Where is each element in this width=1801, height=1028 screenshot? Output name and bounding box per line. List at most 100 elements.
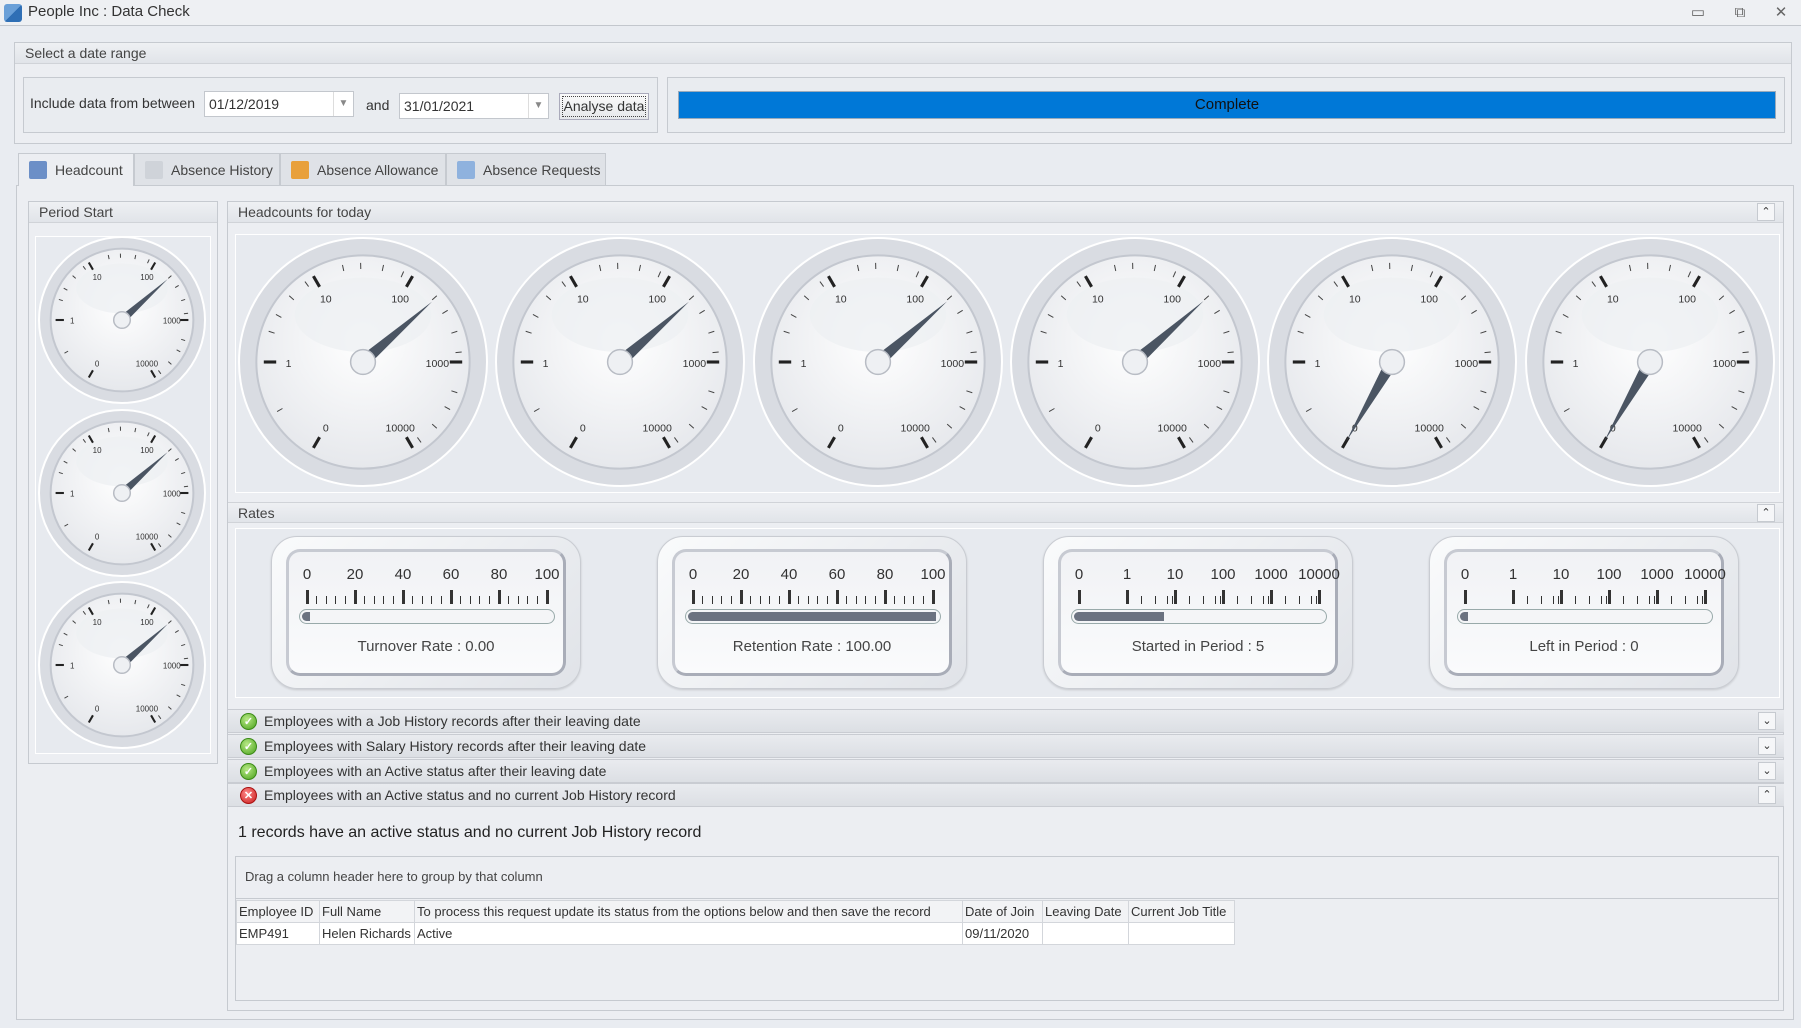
- rate-gauge-face: 0 1 10 100 1000 10000 Started in Period : 5: [1058, 549, 1340, 676]
- rate-gauge-face: 0 20 40 60 80 100 Retention Rate : 100.00: [672, 549, 952, 676]
- collapse-up-icon[interactable]: ⌃: [1757, 203, 1775, 221]
- from-date-input[interactable]: 01/12/2019 ▼: [204, 91, 354, 117]
- rate-minor-tick: [711, 596, 713, 604]
- restore-button[interactable]: ⧉: [1725, 2, 1755, 24]
- rates-title: Rates: [238, 505, 275, 521]
- rate-minor-tick: [508, 596, 510, 604]
- rate-scale-label: 100: [920, 566, 946, 583]
- date-range-group: Select a date range Include data from be…: [14, 42, 1792, 144]
- rate-major-tick: [835, 590, 839, 604]
- gauge-glare: [1066, 277, 1204, 353]
- minimize-button[interactable]: ▭: [1683, 2, 1713, 24]
- collapse-up-icon[interactable]: ⌃: [1757, 504, 1775, 522]
- table-cell[interactable]: Active: [414, 922, 963, 945]
- gauge-glare: [76, 608, 168, 659]
- expand-down-icon[interactable]: ⌄: [1758, 737, 1776, 755]
- rate-bar: [299, 609, 555, 624]
- rate-major-tick: [497, 590, 501, 604]
- chevron-down-icon[interactable]: ▼: [333, 92, 353, 116]
- check-row[interactable]: ✓ Employees with a Job History records af…: [228, 709, 1784, 733]
- rate-major-tick: [449, 590, 453, 604]
- rate-caption: Started in Period : 5: [1131, 638, 1265, 655]
- table-header-row: Employee ID Full Name To process this requ…: [236, 900, 1235, 923]
- expand-down-icon[interactable]: ⌄: [1758, 762, 1776, 780]
- rate-minor-tick: [894, 596, 896, 604]
- rate-scale-label: 100: [1596, 566, 1622, 583]
- chevron-down-icon[interactable]: ▼: [528, 94, 548, 118]
- rate-bar: [1071, 609, 1327, 624]
- group-by-panel[interactable]: Drag a column header here to group by th…: [236, 857, 1778, 899]
- rate-gauge-face: 0 1 10 100 1000 10000 Left in Period : 0: [1444, 549, 1726, 676]
- table-cell[interactable]: Helen Richards: [319, 922, 415, 945]
- table-cell[interactable]: [1128, 922, 1235, 945]
- gauge: 0 1 10 100 1000 10000: [753, 237, 1003, 487]
- gauge-hub: [1636, 348, 1664, 376]
- rate-minor-tick: [1203, 596, 1205, 604]
- check-row[interactable]: ✓ Employees with Salary History records a…: [228, 734, 1784, 758]
- rate-minor-tick: [778, 596, 780, 604]
- gauge-scale-label: 1000: [683, 358, 707, 370]
- rate-minor-tick: [527, 596, 529, 604]
- to-date-input[interactable]: 31/01/2021 ▼: [399, 93, 549, 119]
- rate-scale-label: 80: [490, 566, 508, 583]
- gauge-scale-label: 10: [1349, 294, 1361, 306]
- tab-absence-allowance[interactable]: Absence Allowance: [280, 153, 446, 185]
- rate-major-tick: [739, 590, 743, 604]
- rate-scale-label: 60: [442, 566, 460, 583]
- gauge-scale-label: 10: [1607, 294, 1619, 306]
- column-header[interactable]: Employee ID: [236, 900, 320, 923]
- gauge-scale-label: 10: [1092, 294, 1104, 306]
- rate-minor-tick: [1284, 596, 1286, 604]
- gauge-minor-tick: [1742, 351, 1749, 354]
- tab-label: Headcount: [55, 162, 123, 178]
- gauge: 0 1 10 100 1000 10000: [238, 237, 488, 487]
- column-header[interactable]: Date of Join: [962, 900, 1043, 923]
- rate-minor-tick: [1649, 596, 1651, 604]
- rate-minor-tick: [1526, 596, 1528, 604]
- check-row[interactable]: ✕ Employees with an Active status and no …: [228, 783, 1784, 807]
- gauge-scale-label: 10000: [136, 704, 159, 713]
- rate-major-tick: [1655, 590, 1659, 604]
- column-header[interactable]: Current Job Title: [1128, 900, 1235, 923]
- results-grid: Drag a column header here to group by th…: [235, 856, 1779, 1001]
- rate-minor-tick: [817, 596, 819, 604]
- rate-scale-label: 10: [1552, 566, 1570, 583]
- gauge-glare: [1323, 277, 1461, 353]
- tab-absence-history[interactable]: Absence History: [134, 153, 280, 185]
- table-cell[interactable]: 09/11/2020: [962, 922, 1043, 945]
- gauge-scale-label: 10000: [136, 359, 159, 368]
- rate-minor-tick: [364, 596, 366, 604]
- rate-scale-label: 20: [346, 566, 364, 583]
- rate-minor-tick: [1601, 596, 1603, 604]
- gauge-minor-tick: [712, 351, 719, 354]
- tab-headcount[interactable]: Headcount: [18, 153, 134, 186]
- table-row[interactable]: EMP491 Helen Richards Active 09/11/2020: [236, 922, 1235, 945]
- check-row[interactable]: ✓ Employees with an Active status after t…: [228, 759, 1784, 783]
- table-cell[interactable]: EMP491: [236, 922, 320, 945]
- results-table: Employee ID Full Name To process this requ…: [236, 900, 1235, 945]
- rate-scale-label: 80: [876, 566, 894, 583]
- gauge-scale-label: 1: [70, 489, 75, 498]
- gauge-scale-label: 10: [320, 294, 332, 306]
- gauge-scale-label: 1: [1058, 358, 1064, 370]
- rate-minor-tick: [702, 596, 704, 604]
- rate-scale-label: 100: [534, 566, 560, 583]
- rate-major-tick: [401, 590, 405, 604]
- analyse-data-button[interactable]: Analyse data: [559, 93, 649, 120]
- rate-minor-tick: [383, 596, 385, 604]
- tab-absence-requests[interactable]: Absence Requests: [446, 153, 606, 185]
- column-header[interactable]: Full Name: [319, 900, 415, 923]
- gauge-scale-label: 1: [1315, 358, 1321, 370]
- collapse-up-icon[interactable]: ⌃: [1758, 786, 1776, 804]
- gauge-scale-label: 100: [140, 446, 154, 455]
- column-header[interactable]: Leaving Date: [1042, 900, 1129, 923]
- close-button[interactable]: ✕: [1766, 2, 1796, 24]
- table-cell[interactable]: [1042, 922, 1129, 945]
- rate-minor-tick: [373, 596, 375, 604]
- rate-minor-tick: [1263, 596, 1265, 604]
- expand-down-icon[interactable]: ⌄: [1758, 712, 1776, 730]
- rate-minor-tick: [421, 596, 423, 604]
- rate-scale-label: 40: [394, 566, 412, 583]
- rate-minor-tick: [517, 596, 519, 604]
- column-header[interactable]: To process this request update its statu…: [414, 900, 963, 923]
